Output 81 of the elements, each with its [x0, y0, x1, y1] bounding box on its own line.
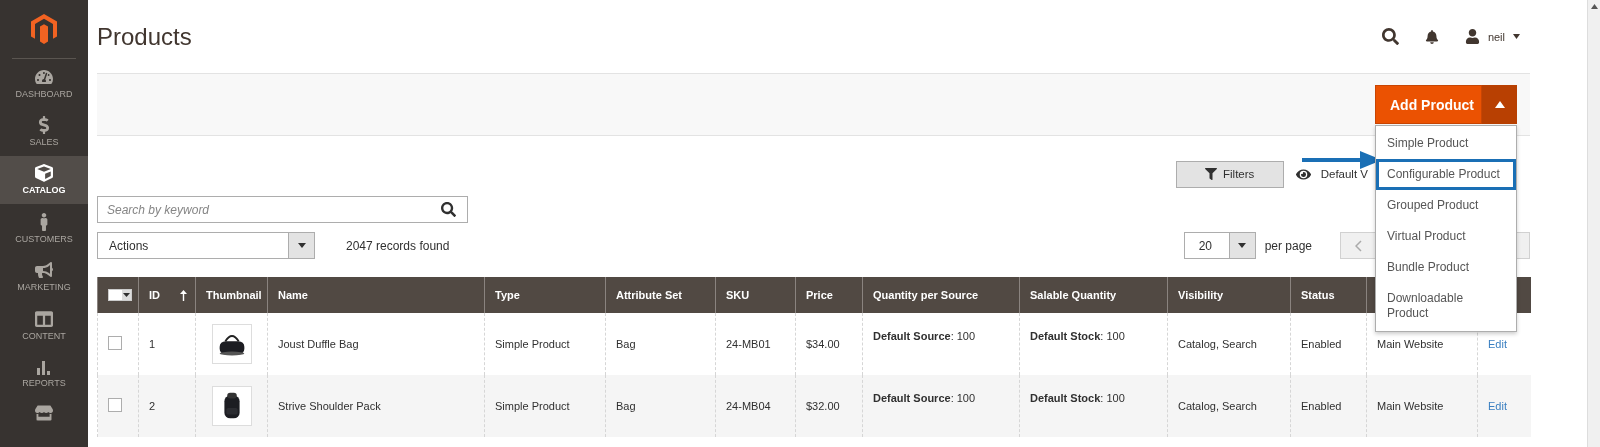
add-product-button[interactable]: Add Product	[1375, 85, 1482, 124]
table-cell: Default Stock: 100	[1030, 330, 1125, 342]
table-cell: Joust Duffle Bag	[278, 338, 359, 350]
table-cell: Main Website	[1377, 400, 1444, 412]
page-title: Products	[97, 22, 192, 51]
menu-item[interactable]: Simple Product	[1376, 128, 1516, 159]
column-header[interactable]: Name	[278, 289, 308, 301]
sidebar-item[interactable]: REPORTS	[0, 349, 88, 399]
row-checkbox[interactable]	[108, 398, 122, 412]
gauge-icon	[35, 67, 53, 86]
sort-arrow-icon[interactable]	[180, 290, 187, 301]
column-header[interactable]: ID	[149, 289, 160, 301]
column-header[interactable]: Visibility	[1178, 289, 1224, 301]
bell-icon[interactable]	[1424, 29, 1439, 44]
table-cell: Default Source: 100	[873, 330, 976, 342]
column-header[interactable]: Price	[806, 289, 833, 301]
user-menu[interactable]: neil	[1464, 29, 1520, 44]
table-cell: 24-MB04	[726, 400, 771, 412]
table-cell: Strive Shoulder Pack	[278, 400, 381, 412]
scroll-up-icon[interactable]	[1590, 4, 1598, 9]
table-cell: Main Website	[1377, 338, 1444, 350]
view-label[interactable]: Default V	[1320, 168, 1368, 180]
search-field[interactable]: Search by keyword	[97, 196, 468, 223]
chevron-left-icon	[1354, 239, 1362, 252]
table-cell: Catalog, Search	[1178, 400, 1257, 412]
column-header[interactable]: Status	[1301, 289, 1335, 301]
search-icon[interactable]	[1381, 28, 1399, 45]
table-cell: 2	[149, 400, 156, 412]
column-header[interactable]: SKU	[726, 289, 750, 301]
table-cell: Bag	[616, 400, 636, 412]
table-cell: Default Source: 100	[873, 392, 976, 404]
sidebar-item[interactable]: MARKETING	[0, 252, 88, 302]
filter-icon	[1205, 168, 1218, 180]
user-icon	[1464, 29, 1480, 44]
cube-icon	[35, 164, 53, 183]
per-page-label: per page	[1264, 238, 1312, 253]
menu-item[interactable]: Downloadable Product	[1376, 283, 1516, 329]
column-header[interactable]: Attribute Set	[616, 289, 682, 301]
row-checkbox[interactable]	[108, 336, 122, 350]
store-icon[interactable]	[35, 404, 53, 423]
table-cell: 1	[149, 338, 156, 350]
menu-item[interactable]: Configurable Product	[1376, 159, 1516, 190]
megaphone-icon	[35, 261, 53, 280]
search-icon[interactable]	[441, 202, 456, 217]
sidebar-item[interactable]: DASHBOARD	[0, 58, 88, 108]
caret-icon	[1238, 243, 1247, 248]
sidebar-item[interactable]: SALES	[0, 107, 88, 156]
table-cell: $34.00	[806, 338, 840, 350]
edit-link[interactable]: Edit	[1488, 400, 1507, 412]
table-cell: $32.00	[806, 400, 840, 412]
caret-icon	[122, 289, 131, 300]
table-cell: Enabled	[1301, 338, 1342, 350]
per-page-dropdown[interactable]: 20	[1183, 232, 1256, 259]
dropdown-toggle-button[interactable]	[1482, 85, 1517, 124]
caret-icon	[1513, 34, 1520, 39]
column-header[interactable]: Salable Quantity	[1030, 289, 1117, 301]
column-header[interactable]: Type	[495, 289, 520, 301]
table-cell: Bag	[616, 338, 636, 350]
menu-item[interactable]: Bundle Product	[1376, 252, 1516, 283]
sidebar-item[interactable]: CUSTOMERS	[0, 204, 88, 253]
filters-button[interactable]: Filters	[1175, 160, 1284, 188]
menu-item[interactable]: Virtual Product	[1376, 221, 1516, 252]
sidebar-item[interactable]: CONTENT	[0, 301, 88, 350]
layout-icon	[35, 309, 53, 328]
actions-dropdown[interactable]: Actions	[97, 232, 315, 259]
menu-item[interactable]: Grouped Product	[1376, 190, 1516, 221]
mass-select-checkbox[interactable]	[108, 288, 132, 301]
table-cell: 24-MB01	[726, 338, 771, 350]
table-cell: Catalog, Search	[1178, 338, 1257, 350]
scrollbar[interactable]	[1587, 0, 1600, 447]
edit-link[interactable]: Edit	[1488, 338, 1507, 350]
table-cell: Simple Product	[495, 400, 570, 412]
sidebar-item[interactable]: CATALOG	[0, 155, 88, 205]
table-cell: Default Stock: 100	[1030, 392, 1125, 404]
table-cell: Enabled	[1301, 400, 1342, 412]
records-count: 2047 records found	[346, 238, 450, 253]
caret-icon	[1494, 101, 1505, 108]
table-cell: Simple Product	[495, 338, 570, 350]
bar-chart-icon	[36, 359, 52, 376]
logo-icon[interactable]	[31, 13, 57, 44]
caret-icon	[297, 243, 306, 248]
